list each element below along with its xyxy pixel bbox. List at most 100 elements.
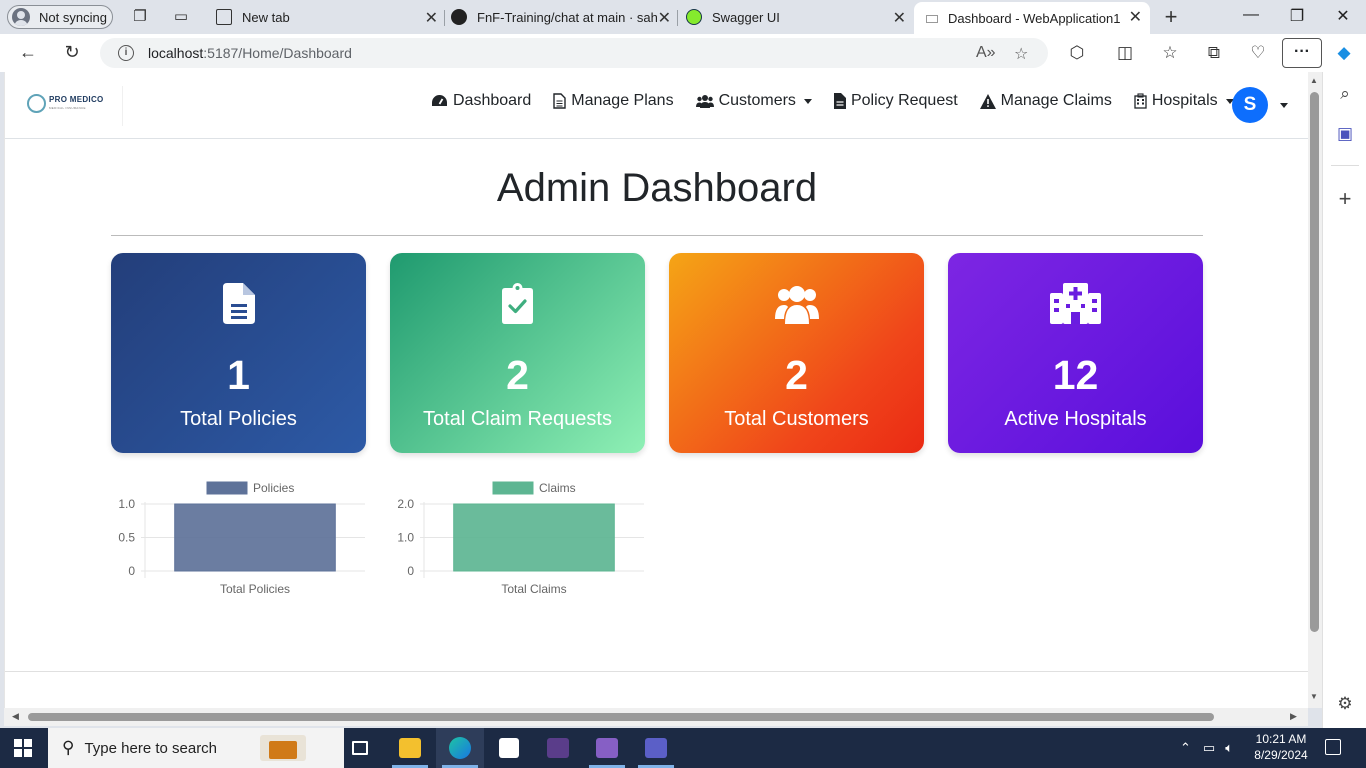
close-tab-icon[interactable]: ✕ xyxy=(425,8,438,28)
nav-hospitals[interactable]: Hospitals xyxy=(1134,92,1234,110)
users-icon xyxy=(774,286,819,324)
bar xyxy=(453,503,615,572)
minimize-icon[interactable]: — xyxy=(1240,6,1262,24)
scroll-down-arrow-icon[interactable]: ▼ xyxy=(1310,692,1318,701)
close-tab-icon[interactable]: ✕ xyxy=(893,8,906,28)
tab-separator xyxy=(677,10,678,26)
extensions-icon[interactable]: ⬡ xyxy=(1066,43,1088,63)
store-icon[interactable] xyxy=(485,728,533,768)
tab-title: Dashboard - WebApplication1 xyxy=(948,10,1121,26)
taskbar-clock[interactable]: 10:21 AM 8/29/2024 xyxy=(1252,731,1310,763)
settings-gear-icon[interactable]: ⚙ xyxy=(1335,694,1355,714)
claims-chart: Claims 2.0 1.0 0 Total Claims xyxy=(384,477,644,607)
windows-taskbar: ⚲ Type here to search ⌃ ▭ 🔈︎ 10:21 AM 8/… xyxy=(0,728,1366,768)
nav-manage-plans[interactable]: Manage Plans xyxy=(553,92,674,110)
favorites-icon[interactable]: ☆ xyxy=(1159,43,1181,63)
scroll-left-arrow-icon[interactable]: ◀ xyxy=(12,711,19,722)
logo-wordmark: PRO MEDICO MEDICAL INSURANCE xyxy=(49,94,104,112)
tab-new-tab[interactable]: New tab ✕ xyxy=(216,3,438,31)
horizontal-scroll-thumb[interactable] xyxy=(28,713,1214,721)
scroll-right-arrow-icon[interactable]: ▶ xyxy=(1290,711,1297,722)
card-icon-wrap xyxy=(390,283,645,325)
window-close-icon[interactable]: ✕ xyxy=(1332,6,1354,26)
card-label: Total Customers xyxy=(724,408,869,430)
user-avatar[interactable]: S xyxy=(1232,87,1268,123)
sidebar-divider xyxy=(1331,165,1359,166)
x-tick-label: Total Claims xyxy=(501,582,566,596)
new-tab-plus-icon[interactable]: + xyxy=(1162,6,1180,28)
logo-text: PRO MEDICO xyxy=(49,94,104,104)
split-screen-icon[interactable]: ◫ xyxy=(1114,43,1136,63)
tab-dashboard[interactable]: Dashboard - WebApplication1 ✕ xyxy=(914,2,1150,34)
vertical-scrollbar[interactable]: ▲ ▼ xyxy=(1308,72,1322,708)
restore-icon[interactable]: ❐ xyxy=(1286,6,1308,26)
task-view-icon[interactable] xyxy=(336,728,384,768)
search-icon[interactable]: ⌕ xyxy=(1335,84,1355,104)
chart-legend: Policies xyxy=(206,481,294,495)
terminal-icon[interactable] xyxy=(534,728,582,768)
site-info-icon[interactable]: i xyxy=(118,45,134,61)
favorite-star-icon[interactable]: ☆ xyxy=(1014,44,1028,64)
user-menu-chevron-icon[interactable] xyxy=(1280,103,1288,108)
tab-actions-icon[interactable]: ▭ xyxy=(172,8,190,26)
address-bar[interactable]: i localhost:5187/Home/Dashboard A» ☆ xyxy=(100,38,1048,68)
nav-manage-claims[interactable]: Manage Claims xyxy=(979,92,1112,110)
nav-policy-request[interactable]: Policy Request xyxy=(833,92,958,110)
stat-card-customers: 2 Total Customers xyxy=(669,253,924,453)
logo-divider xyxy=(122,86,123,126)
workspaces-icon[interactable]: ❐ xyxy=(131,8,149,26)
nav-customers[interactable]: Customers xyxy=(695,92,812,110)
tab-swagger[interactable]: Swagger UI ✕ xyxy=(686,3,906,31)
scroll-up-arrow-icon[interactable]: ▲ xyxy=(1310,76,1318,85)
copilot-icon[interactable]: ◆ xyxy=(1333,43,1355,63)
tab-separator xyxy=(444,10,445,26)
stat-card-policies: 1 Total Policies xyxy=(111,253,366,453)
warning-icon xyxy=(979,93,996,109)
teams-icon[interactable]: ▣ xyxy=(1335,124,1355,144)
performance-icon[interactable]: ♡ xyxy=(1247,43,1269,63)
y-tick-label: 0 xyxy=(407,564,414,578)
network-icon[interactable]: ▭ xyxy=(1203,740,1215,756)
tab-title: FnF-Training/chat at main · sahil5 xyxy=(477,9,657,25)
close-tab-icon[interactable]: ✕ xyxy=(1129,7,1142,27)
hospital-building-icon xyxy=(1134,93,1147,109)
profile-button[interactable]: Not syncing xyxy=(7,5,113,29)
windows-start-icon[interactable] xyxy=(14,739,32,757)
horizontal-scrollbar[interactable]: ◀ ▶ xyxy=(4,708,1308,726)
briefcase-icon[interactable] xyxy=(260,735,306,761)
vertical-scroll-thumb[interactable] xyxy=(1310,92,1319,632)
notification-center-icon[interactable] xyxy=(1325,739,1341,755)
legend-swatch xyxy=(206,481,248,495)
profile-avatar-icon xyxy=(12,8,30,26)
teams-app-icon[interactable] xyxy=(632,728,680,768)
card-label: Total Policies xyxy=(180,408,297,430)
add-sidebar-app-icon[interactable]: + xyxy=(1335,186,1355,211)
file-explorer-icon[interactable] xyxy=(386,728,434,768)
site-logo[interactable]: PRO MEDICO MEDICAL INSURANCE xyxy=(27,94,104,113)
volume-icon[interactable]: 🔈︎ xyxy=(1225,740,1233,756)
tab-title: Swagger UI xyxy=(712,9,780,25)
tab-title: New tab xyxy=(242,9,290,25)
nav-dashboard[interactable]: Dashboard xyxy=(431,92,531,110)
clipboard-check-icon xyxy=(502,283,533,324)
edge-sidebar: ⌕ ▣ + ⚙ xyxy=(1322,72,1366,728)
legend-swatch xyxy=(492,481,534,495)
back-arrow-icon[interactable]: ← xyxy=(17,42,39,63)
refresh-icon[interactable]: ↻ xyxy=(61,42,83,63)
more-menu-icon[interactable]: ··· xyxy=(1282,38,1322,68)
clock-time: 10:21 AM xyxy=(1255,732,1307,746)
visual-studio-icon[interactable] xyxy=(583,728,631,768)
card-icon-wrap xyxy=(669,283,924,325)
tray-chevron-up-icon[interactable]: ⌃ xyxy=(1180,740,1191,756)
edge-browser-icon[interactable] xyxy=(436,728,484,768)
y-tick-label: 1.0 xyxy=(397,531,414,545)
collections-icon[interactable]: ⧉ xyxy=(1203,43,1225,63)
taskbar-search[interactable]: ⚲ Type here to search xyxy=(48,728,344,768)
document-icon xyxy=(553,93,566,109)
chart-legend: Claims xyxy=(492,481,576,495)
close-tab-icon[interactable]: ✕ xyxy=(658,8,671,28)
y-tick-label: 0.5 xyxy=(118,531,135,545)
read-aloud-icon[interactable]: A» xyxy=(976,44,996,62)
page-title: Admin Dashboard xyxy=(496,166,818,210)
tab-github[interactable]: FnF-Training/chat at main · sahil5 ✕ xyxy=(451,3,671,31)
